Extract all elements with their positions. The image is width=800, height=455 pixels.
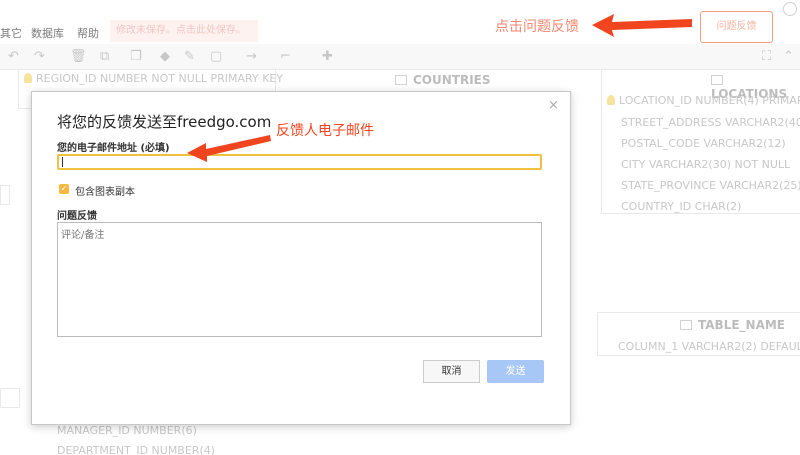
email-label: 您的电子邮件地址 (必填) [57, 143, 170, 154]
feedback-textarea[interactable] [57, 222, 542, 337]
close-icon[interactable]: × [548, 98, 559, 113]
feedback-dialog: × 将您的反馈发送至freedgo.com 您的电子邮件地址 (必填) ✓ 包含… [31, 91, 571, 425]
email-field[interactable] [57, 154, 542, 170]
feedback-label: 问题反馈 [57, 211, 97, 222]
include-copy-checkbox[interactable]: ✓ [59, 184, 69, 194]
dialog-title: 将您的反馈发送至freedgo.com [57, 113, 272, 131]
annotation-email: 反馈人电子邮件 [276, 123, 374, 139]
send-button[interactable]: 发送 [487, 360, 544, 383]
include-copy-label: 包含图表副本 [75, 187, 135, 198]
cancel-button[interactable]: 取消 [423, 360, 480, 383]
text-cursor [62, 157, 63, 167]
